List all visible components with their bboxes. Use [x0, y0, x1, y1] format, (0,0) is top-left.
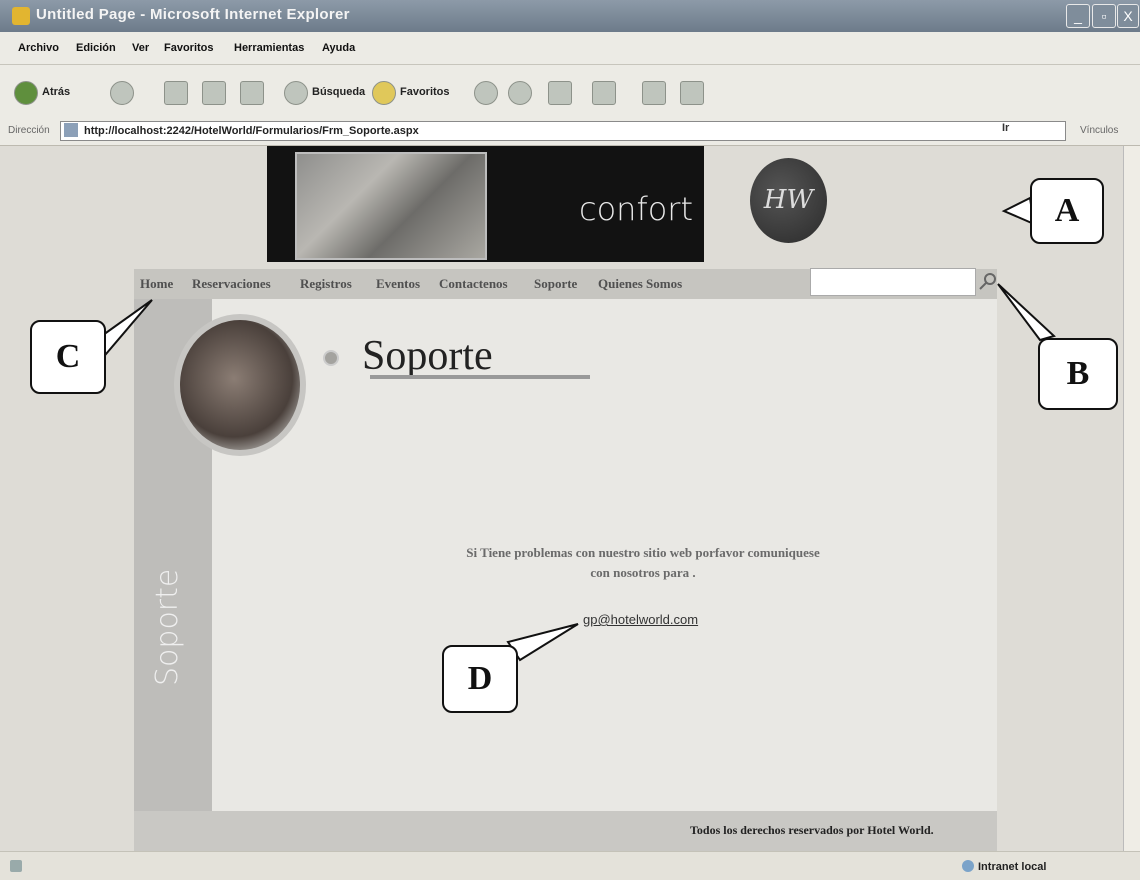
- stop-icon[interactable]: [164, 81, 188, 105]
- history-icon[interactable]: [474, 81, 498, 105]
- nav-eventos[interactable]: Eventos: [376, 276, 420, 292]
- vertical-scrollbar[interactable]: [1123, 146, 1140, 851]
- magnifier-icon[interactable]: [978, 272, 998, 292]
- support-message-line1: Si Tiene problemas con nuestro sitio web…: [466, 545, 820, 560]
- research-icon[interactable]: [680, 81, 704, 105]
- intranet-icon: [962, 860, 974, 872]
- page-title: Soporte: [362, 333, 493, 379]
- back-button[interactable]: Atrás: [42, 81, 70, 103]
- status-page-icon: [10, 860, 22, 872]
- support-message-line2: con nosotros para .: [590, 565, 696, 580]
- close-button[interactable]: X: [1117, 4, 1139, 28]
- print-icon[interactable]: [548, 81, 572, 105]
- title-underline: [370, 375, 590, 379]
- menu-herramientas[interactable]: Herramientas: [234, 42, 304, 54]
- callout-a: A: [1030, 178, 1104, 244]
- menu-favoritos[interactable]: Favoritos: [164, 42, 214, 54]
- nav-home[interactable]: Home: [140, 276, 173, 292]
- bullet-icon: [323, 350, 339, 366]
- discuss-icon[interactable]: [642, 81, 666, 105]
- site-search-input[interactable]: [810, 268, 976, 296]
- links-button[interactable]: Vínculos: [1080, 125, 1118, 136]
- search-button[interactable]: Búsqueda: [312, 81, 365, 103]
- nav-registros[interactable]: Registros: [300, 276, 352, 292]
- search-icon[interactable]: [284, 81, 308, 105]
- favorites-star-icon[interactable]: [372, 81, 396, 105]
- support-people-image: [174, 314, 306, 456]
- menu-ver[interactable]: Ver: [132, 42, 149, 54]
- support-message: Si Tiene problemas con nuestro sitio web…: [408, 543, 878, 583]
- menu-edicion[interactable]: Edición: [76, 42, 116, 54]
- window-title: Untitled Page - Microsoft Internet Explo…: [36, 6, 350, 23]
- edit-icon[interactable]: [592, 81, 616, 105]
- hotel-banner: confort: [267, 146, 704, 262]
- status-bar: Intranet local: [0, 851, 1140, 880]
- zone-label: Intranet local: [978, 861, 1047, 873]
- maximize-button[interactable]: ▫: [1092, 4, 1116, 28]
- banner-restaurant-image: [295, 152, 487, 260]
- menu-archivo[interactable]: Archivo: [18, 42, 59, 54]
- menu-bar: Archivo Edición Ver Favoritos Herramient…: [0, 32, 1140, 65]
- address-bar: Dirección http://localhost:2242/HotelWor…: [0, 117, 1140, 146]
- mail-icon[interactable]: [508, 81, 532, 105]
- menu-ayuda[interactable]: Ayuda: [322, 42, 355, 54]
- callout-b: B: [1038, 338, 1118, 410]
- home-icon[interactable]: [240, 81, 264, 105]
- address-input[interactable]: http://localhost:2242/HotelWorld/Formula…: [60, 121, 1066, 141]
- support-email-link[interactable]: gp@hotelworld.com: [583, 612, 698, 627]
- side-label: Soporte: [150, 568, 185, 686]
- toolbar: Atrás Búsqueda Favoritos: [0, 65, 1140, 118]
- nav-reservaciones[interactable]: Reservaciones: [192, 276, 271, 292]
- forward-icon[interactable]: [110, 81, 134, 105]
- nav-soporte[interactable]: Soporte: [534, 276, 577, 292]
- banner-text: confort: [579, 190, 693, 228]
- favorites-button[interactable]: Favoritos: [400, 81, 450, 103]
- minimize-button[interactable]: _: [1066, 4, 1090, 28]
- ie-logo-icon: [12, 7, 30, 25]
- page-viewport: confort HW Home Reservaciones Registros …: [0, 146, 1123, 851]
- address-label: Dirección: [8, 125, 50, 136]
- nav-quienes-somos[interactable]: Quienes Somos: [598, 276, 682, 292]
- window-titlebar: Untitled Page - Microsoft Internet Explo…: [0, 0, 1140, 32]
- go-button[interactable]: Ir: [1002, 122, 1009, 134]
- address-url: http://localhost:2242/HotelWorld/Formula…: [84, 125, 419, 137]
- security-zone: Intranet local: [962, 860, 1046, 873]
- hotel-logo: HW: [750, 158, 827, 243]
- footer-text: Todos los derechos reservados por Hotel …: [690, 823, 934, 837]
- nav-contactenos[interactable]: Contactenos: [439, 276, 508, 292]
- callout-c: C: [30, 320, 106, 394]
- back-icon[interactable]: [14, 81, 38, 105]
- refresh-icon[interactable]: [202, 81, 226, 105]
- page-icon: [64, 123, 78, 137]
- callout-d: D: [442, 645, 518, 713]
